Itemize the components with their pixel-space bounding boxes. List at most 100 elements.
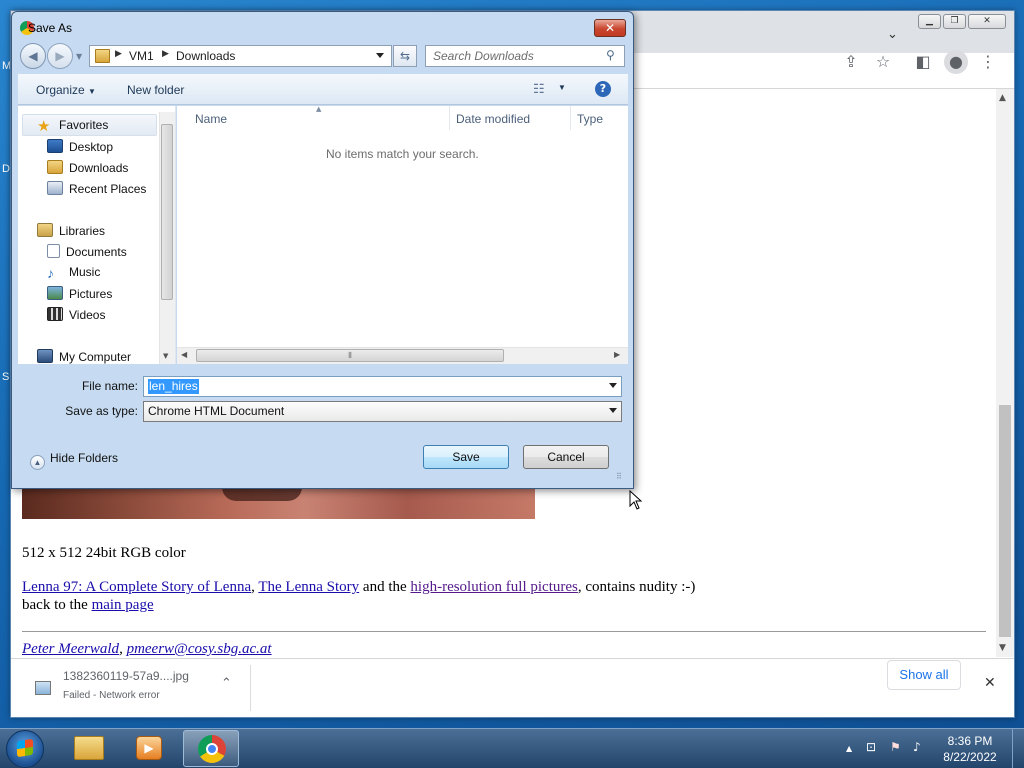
empty-message: No items match your search.	[326, 147, 479, 161]
cancel-button[interactable]: Cancel	[523, 445, 609, 469]
side-panel-icon[interactable]: ◧	[911, 50, 935, 74]
file-name-value[interactable]: len_hires	[148, 379, 199, 394]
action-center-flag-icon[interactable]: ⚑	[890, 740, 901, 754]
recent-locations-chevron-icon[interactable]: ▼	[76, 52, 82, 61]
volume-icon[interactable]: ♪	[913, 740, 921, 754]
maximize-button[interactable]: ❐	[943, 14, 966, 29]
address-dropdown-icon[interactable]	[376, 53, 384, 58]
nav-desktop-label: Desktop	[69, 140, 114, 154]
refresh-icon[interactable]: ⇆	[393, 45, 417, 67]
media-player-taskbar-button[interactable]: ▶	[122, 730, 178, 767]
close-download-bar-icon[interactable]: ✕	[984, 675, 996, 691]
author-line: Peter Meerwald, pmeerw@cosy.sbg.ac.at	[22, 641, 272, 658]
show-all-button[interactable]: Show all	[887, 660, 961, 690]
desktop-icon-label[interactable]: D	[2, 163, 10, 175]
organize-label: Organize	[36, 83, 85, 97]
column-header-type[interactable]: Type	[577, 112, 603, 126]
computer-icon	[37, 349, 53, 363]
nav-desktop[interactable]: Desktop	[47, 139, 113, 154]
address-bar[interactable]: ▶ VM1 ▶ Downloads	[89, 45, 392, 67]
view-chevron-down-icon[interactable]: ▼	[558, 83, 566, 92]
nav-libraries[interactable]: Libraries	[37, 223, 105, 238]
file-name-input[interactable]	[143, 376, 622, 397]
column-separator[interactable]	[570, 106, 571, 130]
resize-grip-icon[interactable]: ⠿	[616, 472, 622, 481]
chevron-up-icon[interactable]: ⌃	[221, 676, 232, 691]
nav-downloads[interactable]: Downloads	[47, 160, 128, 175]
tab-search-chevron-icon[interactable]: ⌄	[887, 27, 898, 42]
menu-dots-icon[interactable]: ⋮	[976, 50, 1000, 74]
videos-icon	[47, 307, 63, 321]
links-paragraph: Lenna 97: A Complete Story of Lenna, The…	[22, 579, 695, 596]
nav-scroll-down-icon[interactable]: ▼	[163, 352, 168, 360]
view-options-icon[interactable]: ☷	[533, 81, 545, 97]
column-header-date[interactable]: Date modified	[456, 112, 530, 126]
help-icon[interactable]: ?	[595, 81, 611, 97]
save-type-select[interactable]: Chrome HTML Document	[143, 401, 622, 422]
system-clock[interactable]: 8:36 PM 8/22/2022	[938, 733, 1002, 765]
nav-favorites[interactable]: ★ Favorites	[37, 118, 108, 134]
breadcrumb-downloads[interactable]: Downloads	[176, 49, 235, 63]
save-button[interactable]: Save	[423, 445, 509, 469]
organize-button[interactable]: Organize ▼	[36, 83, 96, 97]
hide-folders-button[interactable]: ▲ Hide Folders	[30, 451, 118, 470]
scroll-right-icon[interactable]: ▶	[614, 350, 620, 359]
column-separator[interactable]	[449, 106, 450, 130]
dialog-close-button[interactable]: ✕	[594, 19, 626, 37]
scroll-up-arrow-icon[interactable]: ▲	[999, 93, 1006, 103]
breadcrumb-arrow-icon[interactable]: ▶	[115, 48, 122, 59]
nav-documents[interactable]: Documents	[47, 244, 127, 259]
scroll-left-icon[interactable]: ◀	[181, 350, 187, 359]
lenna-story-link[interactable]: The Lenna Story	[258, 579, 359, 595]
forward-arrow-icon[interactable]: ▶	[47, 43, 73, 69]
scroll-down-arrow-icon[interactable]: ▼	[999, 643, 1006, 653]
hires-pictures-link[interactable]: high-resolution full pictures	[410, 579, 577, 595]
pictures-icon	[47, 286, 63, 300]
nav-pane-scrollbar-thumb[interactable]	[161, 124, 173, 300]
bookmark-star-icon[interactable]: ☆	[871, 50, 895, 74]
window-close-button[interactable]: ✕	[968, 14, 1006, 29]
nav-recent-places[interactable]: Recent Places	[47, 181, 146, 196]
nav-music[interactable]: ♪ Music	[47, 265, 100, 280]
column-header-name[interactable]: Name	[195, 112, 227, 126]
star-icon: ★	[37, 118, 51, 135]
sort-ascending-icon: ▲	[316, 105, 322, 113]
file-pane-h-scrollbar-thumb[interactable]: ⦀	[196, 349, 504, 362]
media-player-icon: ▶	[136, 736, 162, 760]
main-page-link[interactable]: main page	[92, 597, 154, 613]
download-status: Failed - Network error	[63, 690, 160, 701]
file-name-dropdown-icon[interactable]	[609, 383, 617, 388]
show-desktop-button[interactable]	[1012, 729, 1024, 768]
network-icon[interactable]: ⊡	[866, 740, 876, 754]
breadcrumb-vm1[interactable]: VM1	[129, 49, 154, 63]
share-icon[interactable]: ⇪	[839, 50, 863, 74]
save-type-dropdown-icon[interactable]	[609, 408, 617, 413]
show-hidden-icons-chevron[interactable]: ▲	[846, 744, 852, 753]
author-link[interactable]: Peter Meerwald	[22, 641, 119, 657]
nav-pictures[interactable]: Pictures	[47, 286, 112, 301]
search-icon[interactable]: ⚲	[606, 48, 615, 62]
music-icon: ♪	[47, 265, 54, 281]
mouse-cursor-icon	[629, 490, 643, 510]
desktop-icon-label[interactable]: S	[2, 371, 9, 383]
lenna97-link[interactable]: Lenna 97: A Complete Story of Lenna	[22, 579, 251, 595]
nav-favorites-label: Favorites	[59, 118, 109, 132]
email-link[interactable]: pmeerw@cosy.sbg.ac.at	[127, 641, 272, 657]
back-arrow-icon[interactable]: ◀	[20, 43, 46, 69]
command-bar: Organize ▼ New folder ☷ ▼	[18, 74, 628, 105]
nav-videos[interactable]: Videos	[47, 307, 105, 322]
profile-avatar-icon[interactable]: ●	[944, 50, 968, 74]
download-filename[interactable]: 1382360119-57a9....jpg	[63, 669, 189, 683]
nav-my-computer[interactable]: My Computer	[37, 349, 131, 364]
page-scrollbar-thumb[interactable]	[999, 405, 1011, 637]
search-input[interactable]: Search Downloads	[425, 45, 625, 67]
minimize-button[interactable]: ▁	[918, 14, 941, 29]
breadcrumb-arrow-icon[interactable]: ▶	[162, 48, 169, 59]
chrome-taskbar-button[interactable]	[183, 730, 239, 767]
nudity-note: , contains nudity :-)	[577, 579, 696, 595]
explorer-taskbar-button[interactable]	[62, 730, 118, 767]
nav-recent-places-label: Recent Places	[69, 182, 147, 196]
nav-pictures-label: Pictures	[69, 287, 113, 301]
documents-icon	[47, 244, 60, 258]
new-folder-button[interactable]: New folder	[127, 83, 184, 97]
